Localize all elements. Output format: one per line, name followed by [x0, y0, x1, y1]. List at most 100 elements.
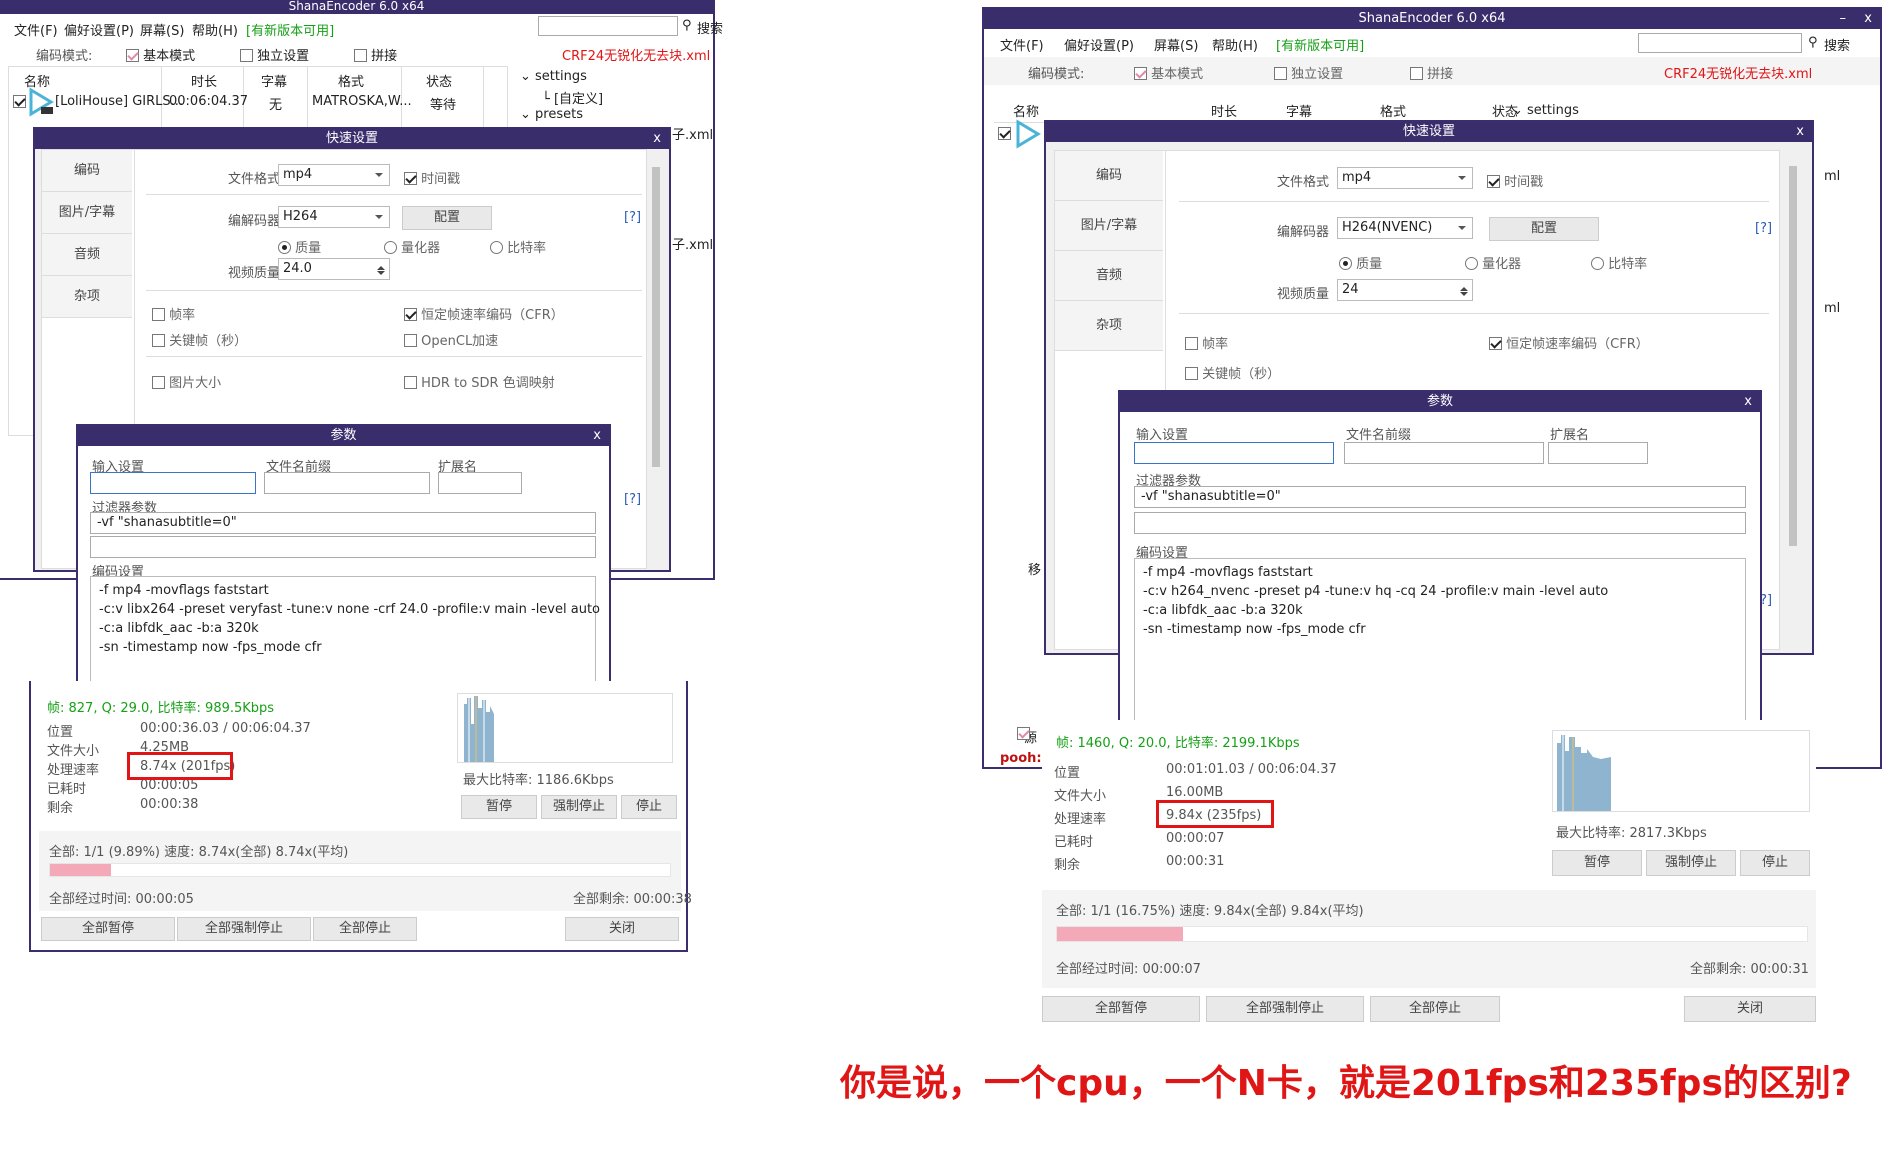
- checkbox-icon[interactable]: [152, 376, 165, 389]
- menu-preferences[interactable]: 偏好设置(P): [1064, 35, 1134, 54]
- checkbox-icon[interactable]: [1274, 67, 1287, 80]
- search-icon[interactable]: ⚲: [682, 18, 692, 33]
- menu-screen[interactable]: 屏幕(S): [140, 20, 184, 39]
- nav-encode[interactable]: 编码: [1055, 151, 1163, 201]
- file-format-select[interactable]: mp4: [278, 164, 390, 186]
- file-row[interactable]: [LoliHouse] GIRLS... 00:06:04.37 无 MATRO…: [9, 87, 509, 117]
- close-button[interactable]: 关闭: [1684, 996, 1816, 1022]
- filter-field[interactable]: -vf "shanasubtitle=0": [1134, 486, 1746, 508]
- rc-quantizer[interactable]: 量化器: [1465, 253, 1521, 272]
- config-button[interactable]: 配置: [402, 206, 492, 230]
- radio-icon[interactable]: [1339, 257, 1352, 270]
- input-settings-field[interactable]: [90, 472, 256, 494]
- col-format[interactable]: 格式: [1368, 101, 1418, 120]
- search-icon[interactable]: ⚲: [1808, 35, 1818, 50]
- pause-button[interactable]: 暂停: [461, 795, 537, 819]
- filter-field-2[interactable]: [1134, 512, 1746, 534]
- close-icon[interactable]: x: [593, 426, 601, 446]
- nav-encode[interactable]: 编码: [42, 150, 132, 192]
- mode-concat[interactable]: 拼接: [1410, 63, 1453, 82]
- filter-field[interactable]: -vf "shanasubtitle=0": [90, 512, 596, 534]
- scrollbar[interactable]: [1786, 150, 1800, 650]
- close-icon[interactable]: x: [653, 129, 661, 149]
- checkbox-icon[interactable]: [1134, 67, 1147, 80]
- quality-spinner[interactable]: 24: [1337, 279, 1473, 301]
- col-subtitle[interactable]: 字幕: [1274, 101, 1324, 120]
- preset-tree[interactable]: ⌄ settings └ [自定义] ⌄ presets: [516, 66, 676, 126]
- help-link[interactable]: [?]: [624, 210, 641, 225]
- rc-bitrate[interactable]: 比特率: [490, 237, 546, 256]
- extension-field[interactable]: [438, 472, 522, 494]
- close-icon[interactable]: x: [1796, 122, 1804, 142]
- radio-icon[interactable]: [384, 241, 397, 254]
- nav-misc[interactable]: 杂项: [1055, 301, 1163, 351]
- force-stop-button[interactable]: 强制停止: [541, 795, 617, 819]
- rc-bitrate[interactable]: 比特率: [1591, 253, 1647, 272]
- update-notice[interactable]: [有新版本可用]: [246, 20, 334, 39]
- menu-help[interactable]: 帮助(H): [192, 20, 238, 39]
- mode-independent[interactable]: 独立设置: [1274, 63, 1343, 82]
- checkbox-icon[interactable]: [13, 95, 26, 108]
- checkbox-icon[interactable]: [152, 334, 165, 347]
- file-format-select[interactable]: mp4: [1337, 167, 1473, 189]
- extension-field[interactable]: [1548, 442, 1648, 464]
- tree-presets[interactable]: ⌄ presets: [520, 107, 583, 122]
- checkbox-icon[interactable]: [1017, 727, 1031, 740]
- close-icon[interactable]: x: [1744, 392, 1752, 412]
- checkbox-icon[interactable]: [998, 127, 1011, 140]
- framerate-option[interactable]: 帧率: [152, 304, 195, 323]
- checkbox-icon[interactable]: [152, 308, 165, 321]
- tree-custom[interactable]: └ [自定义]: [542, 88, 603, 107]
- config-button[interactable]: 配置: [1489, 217, 1599, 241]
- framerate-option[interactable]: 帧率: [1185, 333, 1228, 352]
- quality-spinner[interactable]: 24.0: [278, 258, 390, 280]
- filter-field-2[interactable]: [90, 536, 596, 558]
- scrollbar[interactable]: [649, 151, 663, 563]
- pause-all-button[interactable]: 全部暂停: [1042, 996, 1200, 1022]
- mode-independent[interactable]: 独立设置: [240, 45, 309, 64]
- rc-quality[interactable]: 质量: [278, 237, 321, 256]
- nav-audio[interactable]: 音频: [1055, 251, 1163, 301]
- force-stop-all-button[interactable]: 全部强制停止: [177, 917, 311, 941]
- menu-file[interactable]: 文件(F): [1000, 35, 1044, 54]
- help-link-2[interactable]: [?]: [624, 492, 641, 507]
- stop-all-button[interactable]: 全部停止: [313, 917, 417, 941]
- checkbox-icon[interactable]: [1487, 175, 1500, 188]
- checkbox-icon[interactable]: [126, 49, 139, 62]
- opencl-option[interactable]: OpenCL加速: [404, 330, 498, 349]
- nav-audio[interactable]: 音频: [42, 234, 132, 276]
- stop-button[interactable]: 停止: [621, 795, 677, 819]
- stop-button[interactable]: 停止: [1740, 850, 1810, 876]
- col-name[interactable]: 名称: [1006, 101, 1046, 120]
- menu-help[interactable]: 帮助(H): [1212, 35, 1258, 54]
- mode-basic[interactable]: 基本模式: [1134, 63, 1203, 82]
- radio-icon[interactable]: [1591, 257, 1604, 270]
- nav-misc[interactable]: 杂项: [42, 276, 132, 318]
- radio-icon[interactable]: [1465, 257, 1478, 270]
- codec-select[interactable]: H264: [278, 206, 390, 228]
- close-icon[interactable]: x: [1864, 9, 1872, 29]
- checkbox-icon[interactable]: [404, 308, 417, 321]
- help-link[interactable]: [?]: [1755, 221, 1772, 236]
- rc-quantizer[interactable]: 量化器: [384, 237, 440, 256]
- keyframe-option[interactable]: 关键帧（秒）: [1185, 363, 1280, 382]
- tree-settings[interactable]: ⌄ settings: [520, 69, 587, 84]
- nav-image-subtitle[interactable]: 图片/字幕: [1055, 201, 1163, 251]
- timestamp-option[interactable]: 时间戳: [404, 168, 460, 187]
- prefix-field[interactable]: [264, 472, 430, 494]
- force-stop-all-button[interactable]: 全部强制停止: [1206, 996, 1364, 1022]
- radio-icon[interactable]: [490, 241, 503, 254]
- checkbox-icon[interactable]: [1410, 67, 1423, 80]
- keyframe-option[interactable]: 关键帧（秒）: [152, 330, 247, 349]
- update-notice[interactable]: [有新版本可用]: [1276, 35, 1364, 54]
- rc-quality[interactable]: 质量: [1339, 253, 1382, 272]
- radio-icon[interactable]: [278, 241, 291, 254]
- tree-settings[interactable]: ⌄ settings: [1512, 103, 1579, 118]
- encode-settings-field[interactable]: -f mp4 -movflags faststart -c:v h264_nven…: [1134, 558, 1746, 730]
- checkbox-icon[interactable]: [1185, 367, 1198, 380]
- codec-select[interactable]: H264(NVENC): [1337, 217, 1473, 239]
- hdr-option[interactable]: HDR to SDR 色调映射: [404, 372, 555, 391]
- input-settings-field[interactable]: [1134, 442, 1334, 464]
- search-input[interactable]: [1638, 33, 1802, 53]
- prefix-field[interactable]: [1344, 442, 1544, 464]
